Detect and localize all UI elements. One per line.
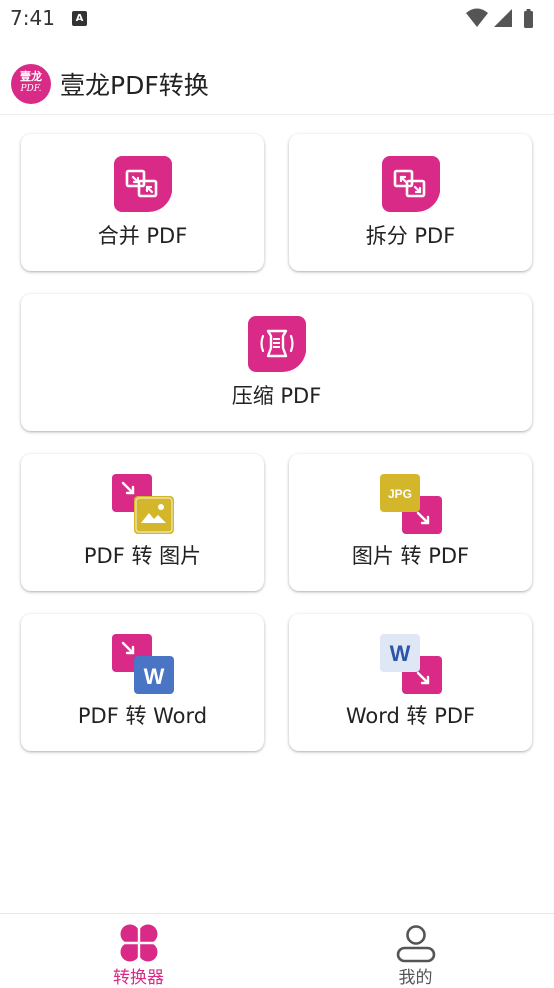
split-pdf-card[interactable]: 拆分 PDF [289,134,532,271]
bottom-nav: 转换器 我的 [0,913,554,988]
nav-converter[interactable]: 转换器 [0,914,277,988]
pdf-to-image-card[interactable]: PDF 转 图片 [21,454,264,591]
image-to-pdf-icon: JPG [379,474,442,534]
status-time: 7:41 [10,6,55,30]
battery-icon [524,9,533,28]
pdf-to-word-card[interactable]: W PDF 转 Word [21,614,264,751]
jpg-badge: JPG [387,487,411,501]
status-icons [466,8,546,34]
app-bar: 壹龙 PDF. 壹龙PDF转换 [0,56,554,110]
word-badge: W [389,641,410,666]
merge-pdf-label: 合并 PDF [97,224,188,248]
wifi-icon [466,8,488,27]
word-to-pdf-card[interactable]: W Word 转 PDF [289,614,532,751]
divider [0,114,554,115]
status-bar: 7:41 A [0,0,554,38]
notification-icon: A [72,11,87,26]
pdf-to-image-label: PDF 转 图片 [83,544,202,568]
pdf-to-word-label: PDF 转 Word [77,704,208,728]
app-title: 壹龙PDF转换 [60,71,209,100]
nav-mine-label: 我的 [398,968,433,988]
compress-icon [247,316,306,373]
word-to-pdf-label: Word 转 PDF [345,704,476,728]
compress-pdf-card[interactable]: 压缩 PDF [21,294,532,431]
app-logo: 壹龙 PDF. [11,64,51,104]
image-to-pdf-card[interactable]: JPG 图片 转 PDF [289,454,532,591]
image-to-pdf-label: 图片 转 PDF [351,544,470,568]
clover-icon [120,924,157,962]
pdf-to-image-icon [111,474,174,534]
merge-icon [113,156,172,213]
word-to-pdf-icon: W [379,634,442,694]
pdf-to-word-icon: W [111,634,174,694]
nav-mine[interactable]: 我的 [277,914,554,988]
split-pdf-label: 拆分 PDF [365,224,456,248]
word-badge: W [143,664,164,689]
signal-icon [494,9,512,27]
person-icon [396,925,435,963]
split-icon [381,156,440,213]
compress-pdf-label: 压缩 PDF [231,384,322,408]
nav-converter-label: 转换器 [113,968,164,988]
merge-pdf-card[interactable]: 合并 PDF [21,134,264,271]
